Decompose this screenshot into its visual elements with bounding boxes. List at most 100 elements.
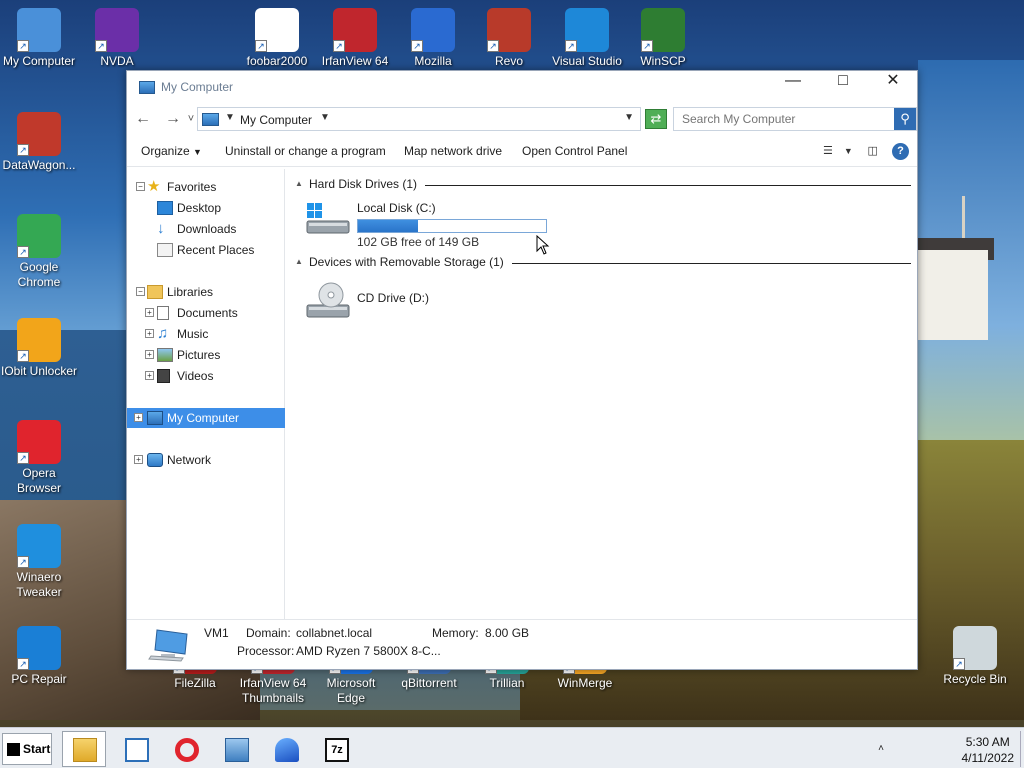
expand-icon[interactable]: + (145, 329, 154, 338)
desktop-icon-winscp[interactable]: ↗ WinSCP (624, 8, 702, 69)
breadcrumb-root-arrow[interactable]: ▼ (225, 112, 235, 123)
shortcut-arrow-icon: ↗ (255, 40, 267, 52)
breadcrumb-child-arrow[interactable]: ▼ (320, 112, 330, 123)
group-hard-disk-drives[interactable]: ▲ Hard Disk Drives (1) (293, 177, 911, 193)
desktop-icon-opera-browser[interactable]: ↗ Opera Browser (0, 420, 78, 496)
desktop-icon-label: NVDA (100, 54, 134, 68)
desktop-icon-pc-repair[interactable]: ↗ PC Repair (0, 626, 78, 687)
shortcut-arrow-icon: ↗ (17, 350, 29, 362)
organize-button[interactable]: Organize ▼ (141, 144, 202, 158)
desktop-icon-winaero-tweaker[interactable]: ↗ Winaero Tweaker (0, 524, 78, 600)
app-icon: ↗ (487, 8, 531, 52)
shortcut-arrow-icon: ↗ (953, 658, 965, 670)
maximize-button[interactable]: □ (819, 71, 867, 93)
app-icon: ↗ (411, 8, 455, 52)
address-history-dropdown[interactable]: ▼ (624, 112, 634, 123)
nav-item-documents[interactable]: + Documents (127, 303, 285, 323)
drive-free-space: 102 GB free of 149 GB (357, 235, 480, 249)
show-desktop-button[interactable] (1020, 731, 1024, 767)
desktop-icon-datawagon[interactable]: ↗ DataWagon... (0, 112, 78, 173)
taskbar-7zip[interactable]: 7z (314, 731, 358, 767)
nav-item-music[interactable]: + ♫ Music (127, 324, 285, 344)
desktop-icon-iobit-unlocker[interactable]: ↗ IObit Unlocker (0, 318, 78, 379)
clock-time: 5:30 AM (965, 735, 1010, 749)
shortcut-arrow-icon: ↗ (17, 658, 29, 670)
expand-icon[interactable]: + (134, 413, 143, 422)
desktop-icon-google-chrome[interactable]: ↗ Google Chrome (0, 214, 78, 290)
nav-item-libraries[interactable]: − Libraries (127, 282, 285, 302)
search-box[interactable]: ⚲ (673, 107, 917, 131)
browser-icon (275, 738, 299, 762)
nav-item-recent-places[interactable]: Recent Places (127, 240, 285, 260)
desktop-icon-visual-studio[interactable]: ↗ Visual Studio (548, 8, 626, 69)
refresh-button[interactable]: ⇄ (645, 109, 667, 129)
help-icon[interactable]: ? (892, 143, 909, 160)
nav-item-network[interactable]: + Network (127, 450, 285, 470)
shortcut-arrow-icon: ↗ (17, 40, 29, 52)
remote-desktop-icon (225, 738, 249, 762)
address-bar[interactable]: ▼ My Computer ▼ ▼ (197, 107, 641, 131)
organize-label: Organize (141, 144, 190, 158)
taskbar-window-switcher[interactable] (114, 731, 158, 767)
more-views-dropdown-icon[interactable]: ▼ (843, 142, 853, 160)
expand-icon[interactable]: + (145, 371, 154, 380)
desktop-icon-label: My Computer (2, 54, 76, 68)
desktop-icon-irfanview-64[interactable]: ↗ IrfanView 64 (316, 8, 394, 69)
collapse-group-icon[interactable]: ▲ (295, 257, 303, 266)
taskbar-explorer[interactable] (62, 731, 106, 767)
expand-icon[interactable]: + (145, 350, 154, 359)
title-bar[interactable]: My Computer — □ ✕ (127, 71, 917, 101)
search-input[interactable] (674, 108, 894, 130)
chevron-down-icon: ▼ (193, 147, 202, 157)
minimize-button[interactable]: — (769, 71, 817, 93)
group-removable-storage[interactable]: ▲ Devices with Removable Storage (1) (293, 255, 911, 271)
collapse-group-icon[interactable]: ▲ (295, 179, 303, 188)
show-hidden-icons-button[interactable]: ˄ (874, 735, 888, 763)
desktop-icon-label: IObit Unlocker (0, 364, 78, 378)
nav-label: Documents (177, 306, 238, 320)
desktop-icon-label: Opera Browser (16, 466, 61, 495)
clock-date: 4/11/2022 (961, 751, 1015, 765)
nav-label: Music (177, 327, 209, 341)
nav-item-pictures[interactable]: + Pictures (127, 345, 285, 365)
open-control-panel-button[interactable]: Open Control Panel (522, 144, 627, 158)
collapse-icon[interactable]: − (136, 182, 145, 191)
forward-button[interactable]: → (163, 110, 183, 128)
nav-item-favorites[interactable]: − ★ Favorites (127, 177, 285, 197)
start-button[interactable]: Start (2, 733, 52, 765)
preview-pane-icon[interactable]: ◫ (863, 142, 883, 160)
desktop-icon-recycle-bin[interactable]: ↗ Recycle Bin (936, 626, 1014, 687)
desktop-icon-label: Microsoft Edge (326, 676, 376, 705)
close-button[interactable]: ✕ (869, 71, 917, 93)
taskbar-opera[interactable] (164, 731, 208, 767)
breadcrumb-my-computer[interactable]: My Computer (240, 113, 312, 127)
shortcut-arrow-icon: ↗ (641, 40, 653, 52)
clock[interactable]: 5:30 AM 4/11/2022 (962, 734, 1015, 766)
drive-usage-bar (357, 219, 547, 233)
taskbar-remote-desktop[interactable] (214, 731, 258, 767)
nav-item-my-computer[interactable]: + My Computer (127, 408, 285, 428)
back-button[interactable]: ← (133, 110, 153, 128)
uninstall-program-button[interactable]: Uninstall or change a program (225, 144, 386, 158)
map-network-drive-button[interactable]: Map network drive (404, 144, 502, 158)
group-label: Devices with Removable Storage (1) (309, 255, 512, 269)
desktop-icon-label: PC Repair (11, 672, 67, 686)
memory-label: Memory: (432, 626, 479, 640)
nav-item-videos[interactable]: + Videos (127, 366, 285, 386)
desktop-icon-foobar2000[interactable]: ↗ foobar2000 (238, 8, 316, 69)
desktop-icon-revo[interactable]: ↗ Revo (470, 8, 548, 69)
nav-item-downloads[interactable]: ↓ Downloads (127, 219, 285, 239)
search-icon[interactable]: ⚲ (894, 108, 916, 130)
expand-icon[interactable]: + (145, 308, 154, 317)
desktop-icon-my-computer[interactable]: ↗ My Computer (0, 8, 78, 69)
desktop-icon-mozilla[interactable]: ↗ Mozilla (394, 8, 472, 69)
shortcut-arrow-icon: ↗ (411, 40, 423, 52)
nav-item-desktop[interactable]: Desktop (127, 198, 285, 218)
desktop-icon-nvda[interactable]: ↗ NVDA (78, 8, 156, 69)
expand-icon[interactable]: + (134, 455, 143, 464)
music-note-icon: ♫ (157, 325, 169, 342)
taskbar-app[interactable] (264, 731, 308, 767)
collapse-icon[interactable]: − (136, 287, 145, 296)
change-view-icon[interactable]: ☰ (818, 142, 838, 160)
navigation-pane: − ★ Favorites Desktop ↓ Downloads Recent… (127, 169, 285, 619)
